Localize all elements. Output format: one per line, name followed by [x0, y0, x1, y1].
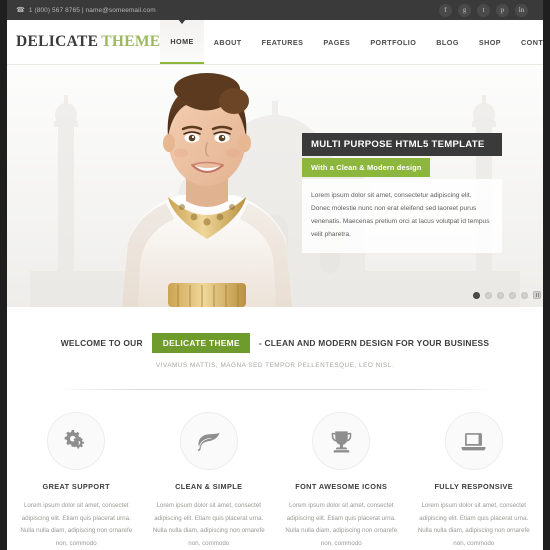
top-utility-bar: ☎ 1 (800) 567 8765 | name@someemail.com …	[0, 0, 550, 20]
nav-item-pages[interactable]: PAGES	[313, 20, 360, 64]
feature-fully-responsive[interactable]: FULLY RESPONSIVE Lorem ipsum dolor sit a…	[408, 412, 541, 550]
nav-item-shop[interactable]: SHOP	[469, 20, 511, 64]
gears-icon	[64, 430, 85, 449]
hero-slider: MULTI PURPOSE HTML5 TEMPLATE With a Clea…	[0, 65, 550, 307]
google-plus-icon[interactable]: g	[458, 3, 471, 17]
feature-title-1: GREAT SUPPORT	[42, 482, 110, 491]
feature-text-2: Lorem ipsum dolor sit amet, consectet ad…	[152, 502, 265, 548]
feature-text-3: Lorem ipsum dolor sit amet, consectet ad…	[285, 502, 398, 548]
hero-caption: MULTI PURPOSE HTML5 TEMPLATE With a Clea…	[302, 133, 502, 254]
feature-great-support[interactable]: GREAT SUPPORT Lorem ipsum dolor sit amet…	[10, 412, 143, 550]
slider-pagination	[473, 291, 541, 299]
feature-icon-wrap-4	[444, 412, 503, 470]
features-section: GREAT SUPPORT Lorem ipsum dolor sit amet…	[0, 390, 550, 550]
feature-icon-wrap-1	[47, 412, 106, 470]
pinterest-icon[interactable]: p	[496, 3, 509, 17]
slider-dot-2[interactable]	[485, 291, 492, 299]
welcome-suffix-text: - CLEAN AND MODERN DESIGN FOR YOUR BUSIN…	[258, 338, 490, 348]
welcome-section: WELCOME TO OUR DELICATE THEME - CLEAN AN…	[0, 307, 550, 390]
logo-primary-text: DELICATE	[16, 33, 99, 50]
contact-text: 1 (800) 567 8765 | name@someemail.com	[28, 6, 156, 14]
welcome-highlight: DELICATE THEME	[151, 333, 250, 353]
hero-caption-subtitle: With a Clean & Modern design	[302, 158, 431, 177]
linkedin-icon[interactable]: in	[515, 3, 528, 17]
hero-caption-body: Lorem ipsum dolor sit amet, consectetur …	[302, 179, 502, 254]
section-divider	[55, 389, 495, 390]
trophy-icon	[331, 430, 352, 452]
feature-text-1: Lorem ipsum dolor sit amet, consectet ad…	[20, 502, 133, 548]
laptop-icon	[461, 432, 486, 450]
nav-item-blog[interactable]: BLOG	[426, 20, 469, 64]
twitter-icon[interactable]: t	[477, 3, 490, 17]
nav-item-features[interactable]: FEATURES	[252, 20, 314, 64]
main-navigation: HOME ABOUT FEATURES PAGES PORTFOLIO BLOG…	[160, 20, 550, 64]
slider-dot-1[interactable]	[473, 291, 480, 299]
leaf-icon	[197, 432, 220, 452]
slider-dot-3[interactable]	[497, 291, 504, 299]
nav-item-about[interactable]: ABOUT	[204, 20, 252, 64]
site-logo[interactable]: DELICATE THEME	[0, 20, 160, 64]
phone-icon: ☎	[16, 7, 25, 14]
site-header: DELICATE THEME HOME ABOUT FEATURES PAGES…	[0, 20, 550, 65]
slider-dot-5[interactable]	[521, 291, 528, 299]
welcome-headline: WELCOME TO OUR DELICATE THEME - CLEAN AN…	[0, 333, 550, 353]
logo-secondary-text: THEME	[101, 33, 161, 50]
hero-model-photo	[122, 73, 292, 307]
welcome-subtitle: VIVAMUS MATTIS, MAGNA SED TEMPOR PELLENT…	[155, 362, 395, 369]
window-frame-left	[0, 0, 7, 550]
nav-item-home[interactable]: HOME	[160, 20, 204, 64]
feature-font-awesome-icons[interactable]: FONT AWESOME ICONS Lorem ipsum dolor sit…	[275, 412, 408, 550]
feature-clean-simple[interactable]: CLEAN & SIMPLE Lorem ipsum dolor sit ame…	[143, 412, 276, 550]
page-root: ☎ 1 (800) 567 8765 | name@someemail.com …	[0, 0, 550, 550]
window-frame-right	[543, 0, 550, 550]
feature-title-3: FONT AWESOME ICONS	[295, 482, 388, 491]
slider-dot-4[interactable]	[509, 291, 516, 299]
social-links: f g t p in	[439, 3, 538, 17]
feature-icon-wrap-2	[179, 412, 238, 470]
facebook-icon[interactable]: f	[439, 3, 452, 17]
nav-item-portfolio[interactable]: PORTFOLIO	[360, 20, 426, 64]
feature-icon-wrap-3	[312, 412, 371, 470]
feature-title-4: FULLY RESPONSIVE	[434, 482, 514, 491]
feature-title-2: CLEAN & SIMPLE	[175, 482, 243, 491]
contact-info: ☎ 1 (800) 567 8765 | name@someemail.com	[16, 6, 156, 15]
feature-text-4: Lorem ipsum dolor sit amet, consectet ad…	[417, 502, 530, 548]
hero-caption-title: MULTI PURPOSE HTML5 TEMPLATE	[302, 133, 502, 156]
welcome-prefix-text: WELCOME TO OUR	[60, 338, 143, 348]
pause-icon[interactable]	[533, 291, 541, 299]
